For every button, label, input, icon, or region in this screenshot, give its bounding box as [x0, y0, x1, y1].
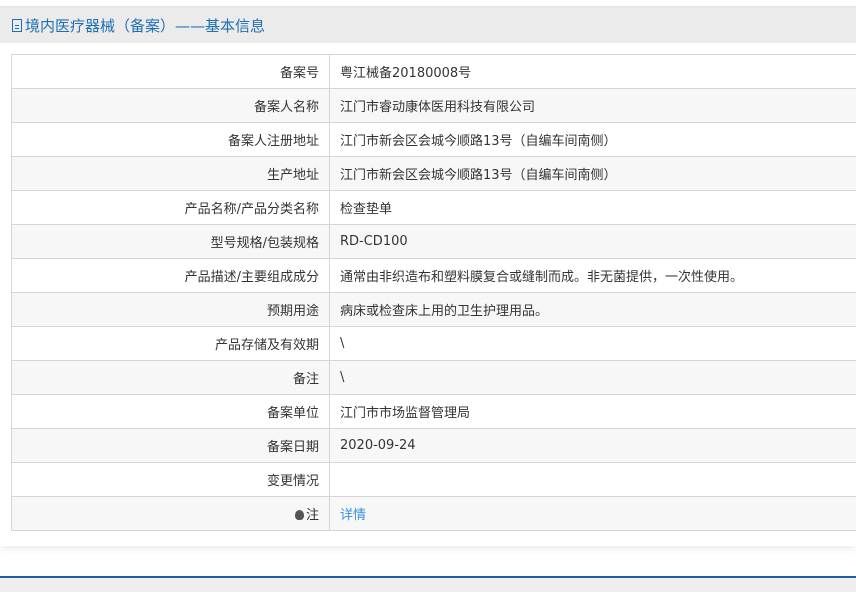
- row-value: 详情: [330, 497, 856, 531]
- table-row: 备案人注册地址江门市新会区会城今顺路13号（自编车间南侧）: [12, 123, 856, 157]
- table-row: 预期用途病床或检查床上用的卫生护理用品。: [12, 293, 856, 327]
- note-label: 注: [306, 508, 319, 523]
- panel-header: 境内医疗器械（备案）——基本信息: [0, 6, 856, 43]
- info-table: 备案号粤江械备20180008号备案人名称江门市睿动康体医用科技有限公司备案人注…: [11, 54, 856, 531]
- row-label: 备案号: [12, 55, 330, 89]
- row-label: 备案日期: [12, 429, 330, 463]
- row-value: 通常由非织造布和塑料膜复合或缝制而成。非无菌提供，一次性使用。: [330, 259, 856, 293]
- row-label: 注: [12, 497, 330, 531]
- row-label: 产品名称/产品分类名称: [12, 191, 330, 225]
- lightbulb-icon: [295, 510, 304, 520]
- document-icon: [12, 19, 22, 32]
- row-value: 粤江械备20180008号: [330, 55, 856, 89]
- row-value: [330, 463, 856, 497]
- row-label: 变更情况: [12, 463, 330, 497]
- row-value: 病床或检查床上用的卫生护理用品。: [330, 293, 856, 327]
- table-row: 产品存储及有效期\: [12, 327, 856, 361]
- row-label: 产品存储及有效期: [12, 327, 330, 361]
- table-row: 备案日期2020-09-24: [12, 429, 856, 463]
- row-value: 江门市新会区会城今顺路13号（自编车间南侧）: [330, 123, 856, 157]
- row-value: 江门市新会区会城今顺路13号（自编车间南侧）: [330, 157, 856, 191]
- table-row: 备案人名称江门市睿动康体医用科技有限公司: [12, 89, 856, 123]
- table-row: 产品名称/产品分类名称检查垫单: [12, 191, 856, 225]
- row-label: 生产地址: [12, 157, 330, 191]
- info-panel: 境内医疗器械（备案）——基本信息 备案号粤江械备20180008号备案人名称江门…: [0, 0, 856, 546]
- details-link[interactable]: 详情: [340, 508, 366, 523]
- row-value: \: [330, 361, 856, 395]
- table-row: 生产地址江门市新会区会城今顺路13号（自编车间南侧）: [12, 157, 856, 191]
- row-value: \: [330, 327, 856, 361]
- table-row: 变更情况: [12, 463, 856, 497]
- row-label: 产品描述/主要组成成分: [12, 259, 330, 293]
- row-label: 备案人名称: [12, 89, 330, 123]
- table-row: 备案单位江门市市场监督管理局: [12, 395, 856, 429]
- row-label: 备案人注册地址: [12, 123, 330, 157]
- row-label: 预期用途: [12, 293, 330, 327]
- row-value: 江门市睿动康体医用科技有限公司: [330, 89, 856, 123]
- row-value: 检查垫单: [330, 191, 856, 225]
- row-value: RD-CD100: [330, 225, 856, 259]
- row-label: 备案单位: [12, 395, 330, 429]
- row-value: 2020-09-24: [330, 429, 856, 463]
- table-row: 型号规格/包装规格RD-CD100: [12, 225, 856, 259]
- row-value: 江门市市场监督管理局: [330, 395, 856, 429]
- table-row: 备案号粤江械备20180008号: [12, 55, 856, 89]
- page-title: 境内医疗器械（备案）——基本信息: [25, 15, 265, 36]
- table-row-note: 注 详情: [12, 497, 856, 531]
- row-label: 备注: [12, 361, 330, 395]
- table-row: 产品描述/主要组成成分通常由非织造布和塑料膜复合或缝制而成。非无菌提供，一次性使…: [12, 259, 856, 293]
- table-row: 备注\: [12, 361, 856, 395]
- row-label: 型号规格/包装规格: [12, 225, 330, 259]
